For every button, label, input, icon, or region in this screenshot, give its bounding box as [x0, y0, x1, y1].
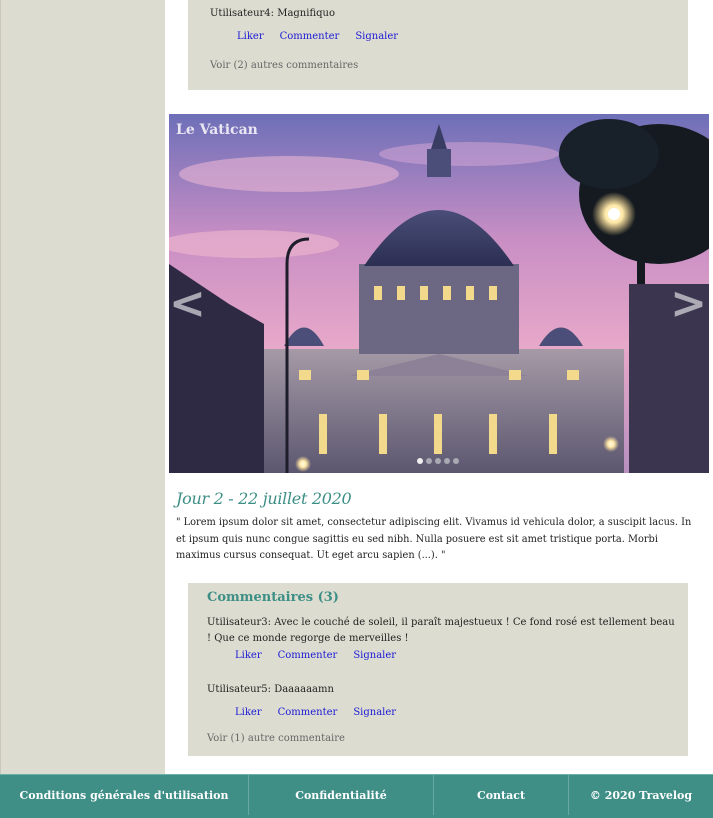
footer-terms-link[interactable]: Conditions générales d'utilisation [0, 775, 249, 815]
footer-copyright: © 2020 Travelog [589, 788, 693, 802]
comment-actions: Liker Commenter Signaler [235, 650, 412, 661]
like-link[interactable]: Liker [235, 707, 262, 718]
carousel-prev-arrow[interactable]: < [169, 282, 206, 326]
comments-box-day1: Utilisateur4: Magnifiquo Liker Commenter… [188, 0, 688, 90]
comments-box-day2: Commentaires (3) Utilisateur3: Avec le c… [188, 583, 688, 756]
photo-carousel: Le Vatican < > [169, 114, 709, 473]
footer-privacy-link[interactable]: Confidentialité [249, 775, 434, 815]
comment-link[interactable]: Commenter [278, 650, 338, 661]
comment-text: Utilisateur5: Daaaaaamn [207, 684, 334, 695]
day-description: " Lorem ipsum dolor sit amet, consectetu… [176, 517, 692, 561]
footer-contact-link[interactable]: Contact [434, 775, 569, 815]
comment-link[interactable]: Commenter [280, 31, 340, 42]
carousel-dot[interactable] [444, 458, 450, 464]
comment-link[interactable]: Commenter [278, 707, 338, 718]
comment-text: Utilisateur4: Magnifiquo [210, 8, 335, 19]
like-link[interactable]: Liker [237, 31, 264, 42]
more-comments-link[interactable]: Voir (1) autre commentaire [207, 733, 345, 744]
comment-actions: Liker Commenter Signaler [235, 707, 412, 718]
carousel-dot[interactable] [417, 458, 423, 464]
vatican-photo [169, 114, 709, 473]
report-link[interactable]: Signaler [353, 707, 396, 718]
report-link[interactable]: Signaler [353, 650, 396, 661]
more-comments-link[interactable]: Voir (2) autres commentaires [210, 60, 358, 71]
day-heading: Jour 2 - 22 juillet 2020 [176, 489, 352, 508]
comments-heading: Commentaires (3) [207, 590, 339, 605]
carousel-dot[interactable] [453, 458, 459, 464]
carousel-dot[interactable] [426, 458, 432, 464]
comment-actions: Liker Commenter Signaler [237, 31, 414, 42]
carousel-indicators [417, 458, 459, 464]
footer: Conditions générales d'utilisation Confi… [0, 774, 713, 818]
carousel-next-arrow[interactable]: > [670, 282, 707, 326]
carousel-caption: Le Vatican [176, 122, 258, 138]
report-link[interactable]: Signaler [355, 31, 398, 42]
carousel-dot[interactable] [435, 458, 441, 464]
like-link[interactable]: Liker [235, 650, 262, 661]
main-content: Utilisateur4: Magnifiquo Liker Commenter… [165, 0, 713, 774]
comment-text: Utilisateur3: Avec le couché de soleil, … [207, 617, 675, 644]
left-sidebar [0, 0, 165, 774]
